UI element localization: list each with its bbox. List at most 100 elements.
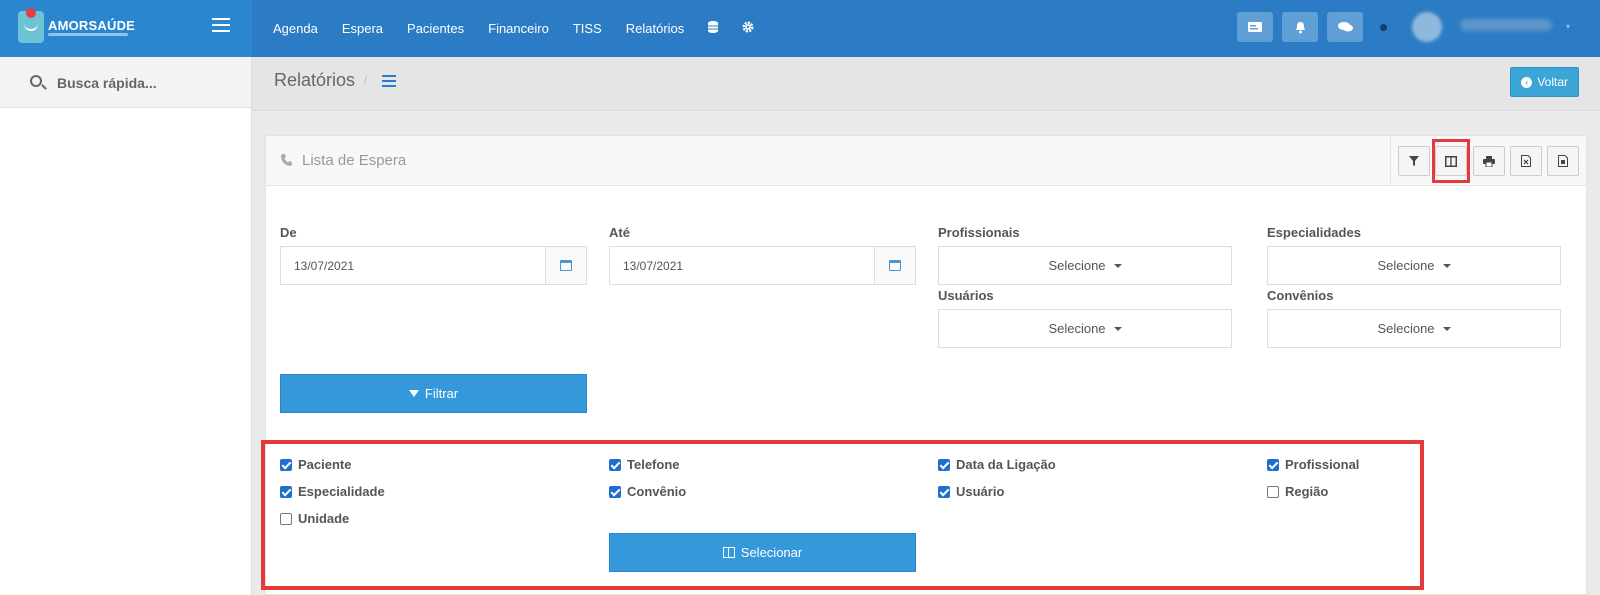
- quick-search[interactable]: Busca rápida...: [0, 57, 251, 108]
- panel-title: Lista de Espera: [302, 152, 407, 169]
- ate-date-value[interactable]: 13/07/2021: [610, 247, 874, 284]
- profissionais-label: Profissionais: [938, 225, 1020, 240]
- filter-button[interactable]: Filtrar: [280, 374, 587, 413]
- chevron-down-icon: [1113, 326, 1122, 331]
- convenios-label: Convênios: [1267, 288, 1334, 303]
- checkbox-label: Profissional: [1285, 457, 1360, 472]
- columns-highlight: [1432, 139, 1470, 183]
- checkbox[interactable]: [609, 458, 621, 471]
- brand-area: AMORSAÚDE: [0, 0, 252, 57]
- user-name-blurred[interactable]: [1460, 19, 1552, 31]
- ate-date-field[interactable]: 13/07/2021: [609, 246, 916, 285]
- profissionais-select[interactable]: Selecione: [938, 246, 1232, 285]
- filter-icon: [408, 390, 419, 397]
- usuarios-select[interactable]: Selecione: [938, 309, 1232, 348]
- gear-icon[interactable]: [742, 21, 754, 36]
- select-value: Selecione: [1048, 258, 1106, 273]
- column-checkbox-profissional[interactable]: Profissional: [1267, 457, 1359, 472]
- column-checkbox-convenio[interactable]: Convênio: [609, 484, 686, 499]
- de-date-field[interactable]: 13/07/2021: [280, 246, 587, 285]
- select-columns-label: Selecionar: [740, 545, 803, 560]
- checkbox[interactable]: [280, 485, 292, 498]
- nav-item-agenda[interactable]: Agenda: [273, 21, 318, 36]
- filter-icon[interactable]: [1398, 146, 1430, 176]
- checkbox[interactable]: [609, 485, 621, 498]
- sidebar: Busca rápida...: [0, 57, 252, 595]
- column-checkbox-regiao[interactable]: Região: [1267, 484, 1328, 499]
- especialidades-label: Especialidades: [1267, 225, 1361, 240]
- column-checkbox-usuario[interactable]: Usuário: [938, 484, 1004, 499]
- filter-button-label: Filtrar: [424, 386, 459, 401]
- column-checkbox-telefone[interactable]: Telefone: [609, 457, 680, 472]
- checkbox-label: Paciente: [298, 457, 352, 472]
- pdf-icon[interactable]: [1547, 146, 1579, 176]
- checkbox[interactable]: [1267, 485, 1279, 498]
- checkbox-label: Convênio: [627, 484, 687, 499]
- logo-icon: [18, 8, 44, 43]
- page-header: Relatórios / ‹ Voltar: [252, 57, 1600, 111]
- brand-tagline: [48, 33, 128, 36]
- card-icon[interactable]: [1237, 12, 1273, 42]
- user-menu-caret-icon[interactable]: ▾: [1566, 22, 1570, 31]
- calendar-icon[interactable]: [545, 247, 586, 284]
- usuarios-label: Usuários: [938, 288, 994, 303]
- checkbox[interactable]: [280, 458, 292, 471]
- back-button[interactable]: ‹ Voltar: [1510, 67, 1579, 97]
- chevron-down-icon: [1442, 263, 1451, 268]
- nav-item-espera[interactable]: Espera: [342, 21, 383, 36]
- status-indicator: [1380, 24, 1387, 31]
- logo-heart: [26, 8, 36, 18]
- excel-icon[interactable]: [1510, 146, 1542, 176]
- checkbox-label: Especialidade: [298, 484, 385, 499]
- checkbox[interactable]: [938, 485, 950, 498]
- search-input[interactable]: Busca rápida...: [57, 75, 157, 91]
- phone-icon: [281, 154, 292, 169]
- back-button-label: Voltar: [1537, 75, 1568, 89]
- column-checkbox-especialidade[interactable]: Especialidade: [280, 484, 385, 499]
- checkbox-label: Data da Ligação: [956, 457, 1056, 472]
- column-checkbox-data-ligacao[interactable]: Data da Ligação: [938, 457, 1056, 472]
- brand-name: AMORSAÚDE: [48, 18, 136, 33]
- back-arrow-icon: ‹: [1521, 76, 1533, 88]
- select-value: Selecione: [1377, 321, 1435, 336]
- checkbox-label: Unidade: [298, 511, 350, 526]
- convenios-select[interactable]: Selecione: [1267, 309, 1561, 348]
- nav-item-pacientes[interactable]: Pacientes: [407, 21, 464, 36]
- column-checkbox-unidade[interactable]: Unidade: [280, 511, 349, 526]
- checkbox[interactable]: [280, 512, 292, 525]
- main-nav: Agenda Espera Pacientes Financeiro TISS …: [273, 0, 778, 57]
- nav-item-tiss[interactable]: TISS: [573, 21, 602, 36]
- checkbox-label: Telefone: [627, 457, 680, 472]
- select-value: Selecione: [1048, 321, 1106, 336]
- breadcrumb-separator: /: [364, 73, 368, 87]
- top-navbar: AMORSAÚDE Agenda Espera Pacientes Financ…: [0, 0, 1600, 57]
- de-label: De: [280, 225, 297, 240]
- select-value: Selecione: [1377, 258, 1435, 273]
- chat-icon[interactable]: [1327, 12, 1363, 42]
- checkbox-label: Usuário: [956, 484, 1005, 499]
- especialidades-select[interactable]: Selecione: [1267, 246, 1561, 285]
- page-title: Relatórios: [274, 70, 356, 90]
- calendar-icon[interactable]: [874, 247, 915, 284]
- menu-toggle-icon[interactable]: [212, 18, 230, 32]
- column-checkbox-paciente[interactable]: Paciente: [280, 457, 351, 472]
- checkbox-label: Região: [1285, 484, 1329, 499]
- panel-header: Lista de Espera: [266, 136, 1586, 186]
- chevron-down-icon: [1442, 326, 1451, 331]
- chevron-down-icon: [1113, 263, 1122, 268]
- list-icon[interactable]: [382, 75, 396, 87]
- database-icon[interactable]: [708, 21, 719, 36]
- columns-icon: [722, 547, 735, 558]
- ate-label: Até: [609, 225, 630, 240]
- checkbox[interactable]: [1267, 458, 1279, 471]
- checkbox[interactable]: [938, 458, 950, 471]
- nav-item-relatorios[interactable]: Relatórios: [626, 21, 685, 36]
- nav-item-financeiro[interactable]: Financeiro: [488, 21, 549, 36]
- logo-smile: [24, 24, 38, 31]
- print-icon[interactable]: [1473, 146, 1505, 176]
- search-icon: [30, 75, 42, 87]
- bell-icon[interactable]: [1282, 12, 1318, 42]
- de-date-value[interactable]: 13/07/2021: [281, 247, 545, 284]
- select-columns-button[interactable]: Selecionar: [609, 533, 916, 572]
- avatar[interactable]: [1412, 12, 1442, 42]
